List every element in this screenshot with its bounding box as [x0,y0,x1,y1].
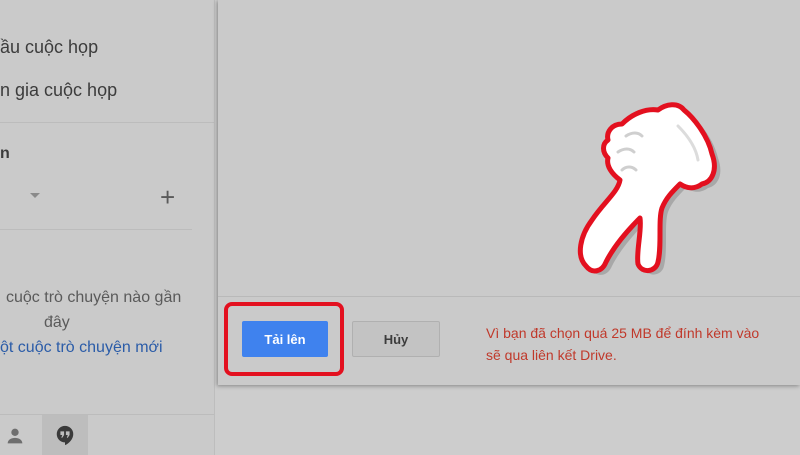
screen: ầu cuộc họp n gia cuộc họp n + cuộc trò … [0,0,800,455]
caret-down-icon[interactable] [30,193,40,198]
empty-state-line-1: cuộc trò chuyện nào gần [6,289,182,306]
pointing-hand-icon [577,102,721,275]
cancel-button[interactable]: Hủy [352,321,440,357]
empty-state-line-2: đây [44,314,70,331]
upload-button[interactable]: Tải lên [242,321,328,357]
sidebar-divider [0,229,192,230]
hangouts-icon [56,425,74,446]
plus-icon[interactable]: + [160,184,175,210]
upload-dialog: Tải lên Hủy Vì bạn đã chọn quá 25 MB để … [218,0,800,385]
sidebar-item-join-meeting[interactable]: n gia cuộc họp [0,80,117,101]
sidebar: ầu cuộc họp n gia cuộc họp n + cuộc trò … [0,0,215,455]
sidebar-divider [0,122,214,123]
sidebar-section-heading: n [0,145,10,162]
hangouts-tab[interactable] [42,415,88,455]
dialog-footer-divider [218,296,800,297]
warning-line-1: Vì bạn đã chọn quá 25 MB để đính kèm vào [486,325,760,341]
new-chat-link[interactable]: ột cuộc trò chuyện mới [0,339,163,357]
size-warning-message: Vì bạn đã chọn quá 25 MB để đính kèm vào… [486,322,800,366]
sidebar-item-start-meeting[interactable]: ầu cuộc họp [0,37,98,58]
warning-line-2: sẽ qua liên kết Drive. [486,347,617,363]
person-icon[interactable] [4,425,26,447]
sidebar-bottom-bar [0,414,214,455]
